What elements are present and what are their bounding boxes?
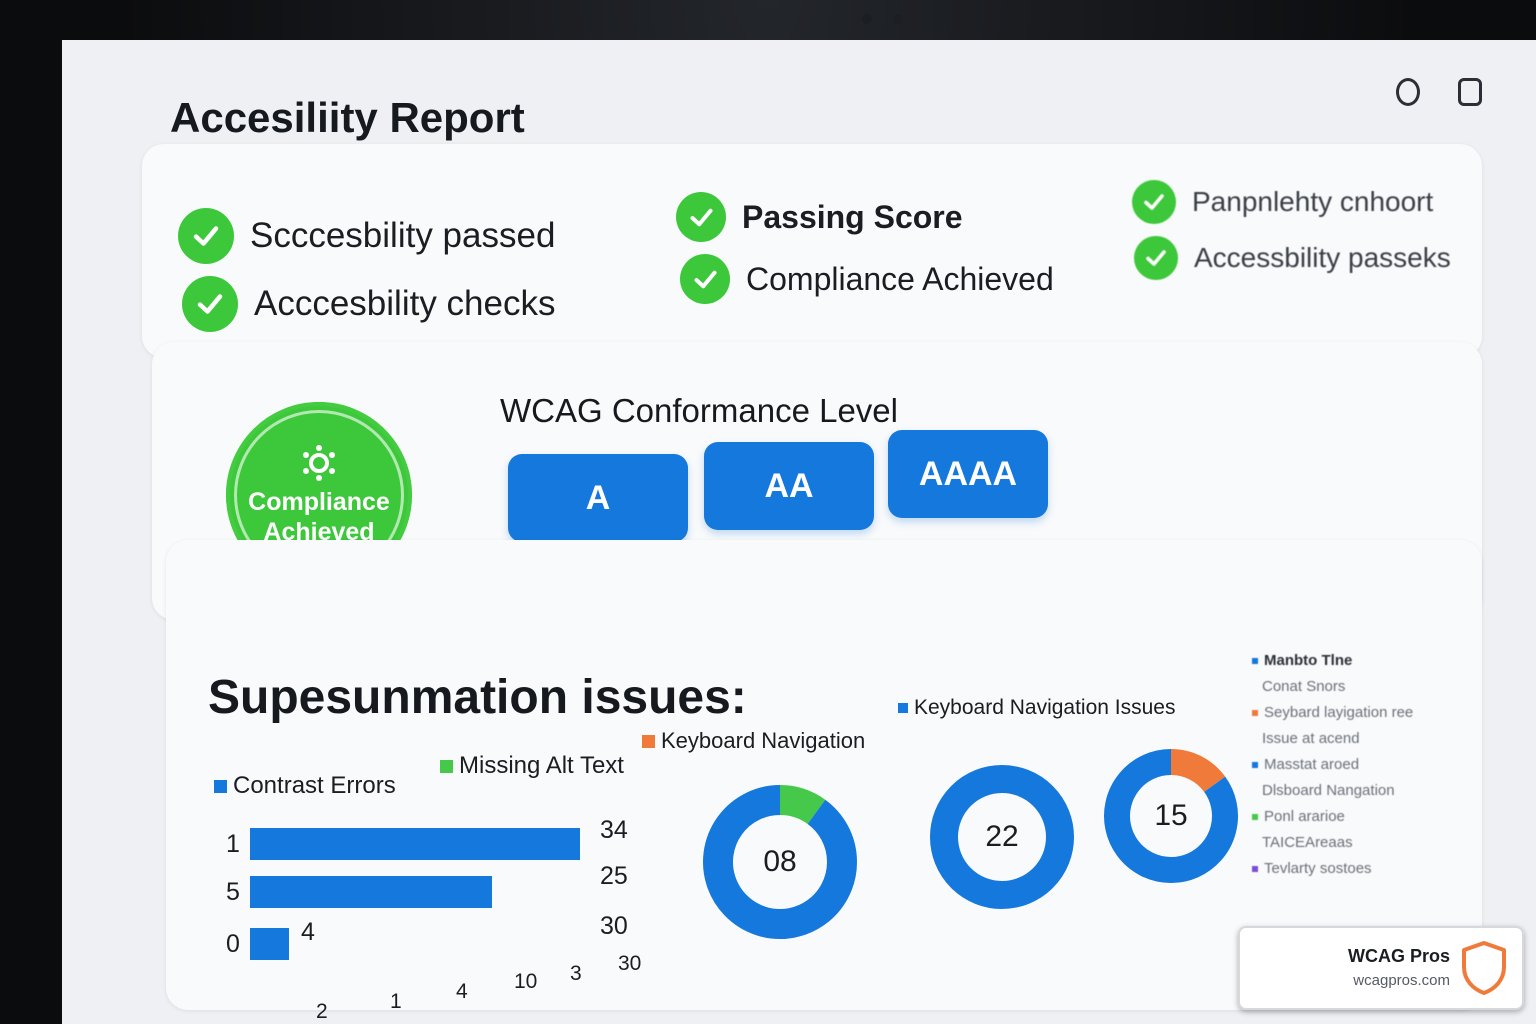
legend-dot (1252, 658, 1258, 665)
legend-item: Contrast Errors (214, 772, 396, 800)
check-circle-icon (676, 192, 726, 242)
side-legend-item: Ponl ararioe (1252, 808, 1345, 825)
side-legend-label: Tevlarty sostoes (1264, 860, 1372, 877)
bar-value-label: 34 (600, 816, 628, 844)
summary-item: Acccesbility checks (182, 276, 555, 332)
bar (250, 876, 492, 908)
check-circle-icon (182, 276, 238, 332)
side-legend-item: Masstat aroed (1252, 756, 1359, 773)
check-circle-icon (680, 254, 730, 304)
summary-item-label: Scccesbility passed (250, 216, 556, 255)
legend-item: Keyboard Navigation Issues (898, 696, 1176, 720)
legend-dot (1252, 814, 1258, 821)
x-tick-label: 30 (618, 952, 642, 975)
wcag-level-title: WCAG Conformance Level (500, 392, 898, 429)
x-tick-label: 4 (456, 980, 468, 1003)
side-legend-label: Ponl ararioe (1264, 808, 1345, 825)
summary-item: Compliance Achieved (680, 254, 1054, 304)
x-tick-label: 2 (316, 1000, 328, 1023)
camera-dot (893, 14, 903, 24)
side-legend-item: Issue at acend (1262, 730, 1360, 747)
side-legend-label: Conat Snors (1262, 678, 1346, 695)
legend-label: Keyboard Navigation Issues (914, 696, 1176, 719)
bar-category-label: 0 (226, 930, 240, 958)
bar-value-label: 25 (600, 862, 628, 890)
legend-dot (1252, 762, 1258, 769)
level-a-button[interactable]: A (508, 454, 688, 542)
level-aa-button[interactable]: AA (704, 442, 874, 530)
side-legend-item: Conat Snors (1262, 678, 1345, 695)
bar-category-label: 1 (226, 830, 240, 858)
report-screen: Accesiliity Report Scccesbility passed A… (62, 40, 1536, 1024)
page-title: Accesiliity Report (170, 94, 525, 141)
x-tick-label: 1 (390, 990, 402, 1013)
summary-item-label: Acccesbility checks (254, 284, 556, 323)
summary-item-label: Compliance Achieved (746, 260, 1054, 297)
shield-icon (1462, 941, 1506, 995)
side-legend-label: Dlsboard Nangation (1262, 782, 1395, 799)
side-legend-item: Manbto Tlne (1252, 652, 1352, 669)
issues-title: Supesunmation issues: (208, 671, 747, 724)
side-legend-item: TAICEAreaas (1262, 834, 1353, 851)
summary-item: Panpnlehty cnhoort (1132, 180, 1433, 224)
side-legend-label: Manbto Tlne (1264, 652, 1353, 669)
legend-dot (1252, 710, 1258, 717)
bar-value-label: 30 (600, 912, 628, 940)
x-tick-label: 3 (570, 962, 582, 985)
side-legend-label: TAICEAreaas (1262, 834, 1353, 851)
bar-category-label: 5 (226, 878, 240, 906)
side-legend-label: Masstat aroed (1264, 756, 1360, 773)
summary-item-label: Accessbility passeks (1194, 242, 1451, 273)
legend-swatch (642, 734, 655, 748)
legend-item: Keyboard Navigation (642, 728, 865, 754)
legend-label: Missing Alt Text (459, 752, 624, 779)
badge-line-1: Compliance (248, 488, 390, 516)
check-circle-icon (1132, 180, 1176, 224)
legend-swatch (214, 779, 227, 793)
side-legend-item: Seybard layigation ree (1252, 704, 1413, 721)
summary-item-label: Panpnlehty cnhoort (1192, 186, 1434, 217)
donut-center-label: 08 (763, 845, 797, 878)
bar (250, 928, 289, 960)
summary-item: Scccesbility passed (178, 208, 555, 264)
legend-dot (1252, 866, 1258, 873)
settings-icon[interactable] (1396, 78, 1420, 106)
level-aaaa-button[interactable]: AAAA (888, 430, 1048, 518)
summary-item-label: Passing Score (742, 198, 963, 235)
brand-name: WCAG Pros (1347, 946, 1450, 966)
donut-center-label: 22 (985, 820, 1019, 853)
legend-label: Keyboard Navigation (661, 728, 866, 753)
side-legend-label: Issue at acend (1262, 730, 1360, 747)
legend-label: Contrast Errors (233, 772, 396, 799)
export-icon[interactable] (1458, 78, 1482, 106)
summary-item: Passing Score (676, 192, 963, 242)
legend-swatch (898, 703, 908, 713)
donut-center-label: 15 (1154, 799, 1188, 832)
legend-swatch (440, 759, 453, 773)
side-legend-label: Seybard layigation ree (1264, 704, 1414, 721)
brand-card: WCAG Pros wcagpros.com (1238, 926, 1524, 1010)
bar-inline-value: 4 (301, 918, 315, 946)
camera-dot (862, 14, 872, 24)
brand-url: wcagpros.com (1353, 972, 1450, 989)
x-tick-label: 10 (514, 970, 538, 993)
check-circle-icon (1134, 236, 1178, 280)
summary-item: Accessbility passeks (1134, 236, 1451, 280)
bar (250, 828, 580, 860)
check-circle-icon (178, 208, 234, 264)
side-legend-item: Dlsboard Nangation (1262, 782, 1395, 799)
side-legend-item: Tevlarty sostoes (1252, 860, 1372, 877)
legend-item: Missing Alt Text (440, 752, 624, 780)
accessibility-icon (303, 445, 335, 481)
